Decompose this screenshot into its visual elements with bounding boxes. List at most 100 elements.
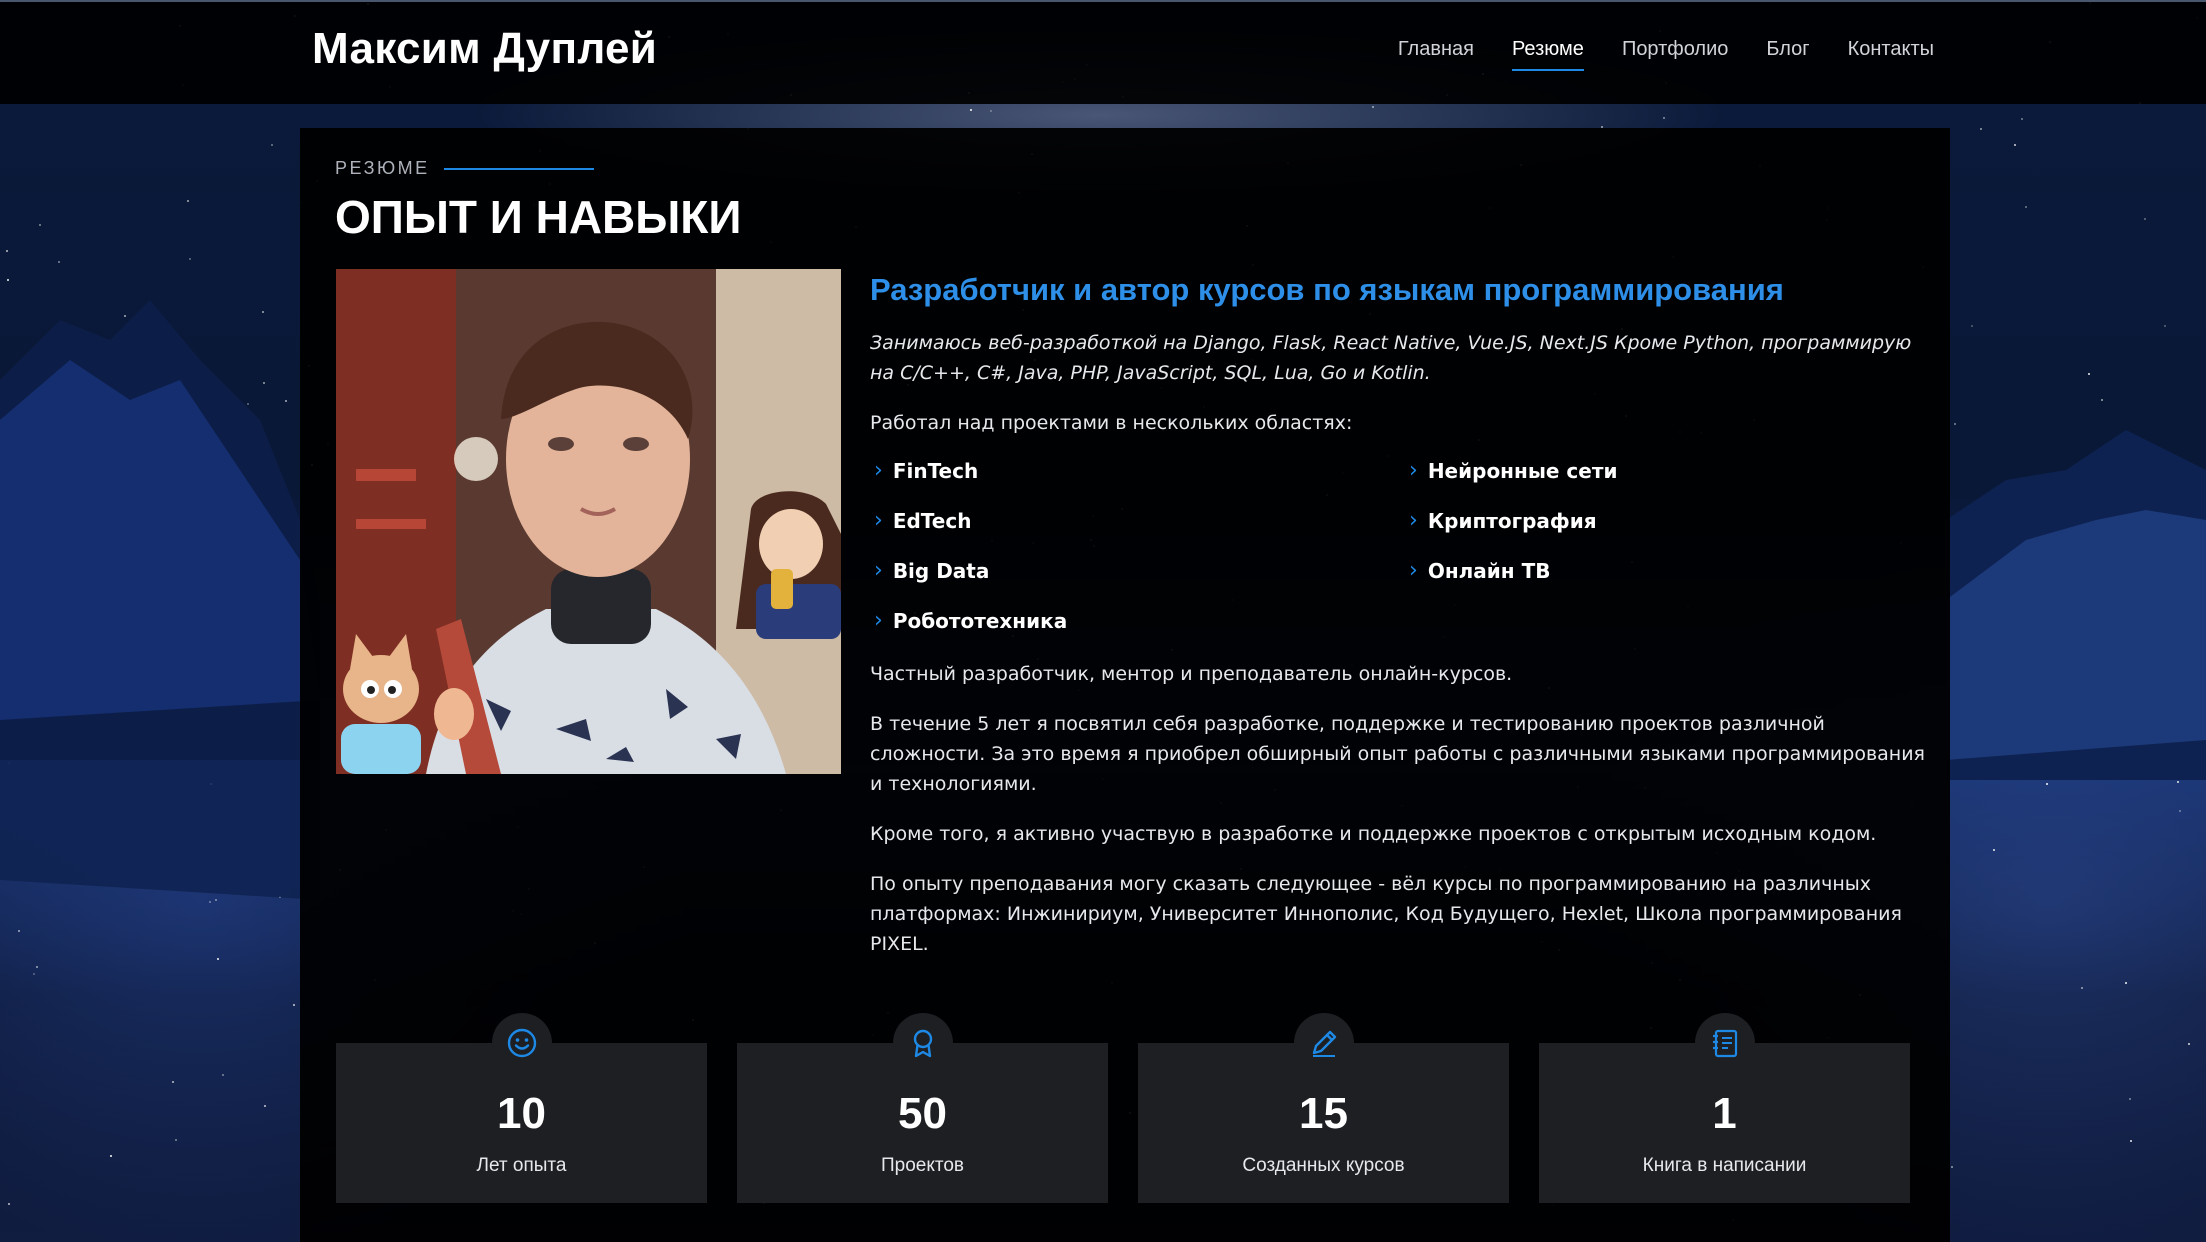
star-dot: [0, 599, 2, 601]
main-nav: Главная Резюме Портфолио Блог Контакты: [1398, 38, 1934, 71]
star-dot: [279, 896, 281, 898]
star-dot: [1971, 325, 1973, 327]
star-dot: [150, 515, 152, 517]
award-icon: [892, 1013, 953, 1073]
star-dot: [2130, 1140, 2132, 1142]
star-dot: [8, 762, 10, 764]
star-dot: [2014, 144, 2016, 146]
star-dot: [990, 110, 992, 112]
stat-courses: 15 Созданных курсов: [1138, 1013, 1509, 1203]
section-title: ОПЫТ И НАВЫКИ: [335, 191, 742, 243]
stat-value: 1: [1712, 1089, 1737, 1138]
star-dot: [187, 200, 189, 202]
star-dot: [1951, 1166, 1953, 1168]
area-label: Нейронные сети: [1427, 458, 1618, 483]
star-dot: [7, 279, 9, 281]
list-item: › FinTech: [870, 458, 1405, 483]
list-item: › Big Data: [870, 558, 1405, 583]
journal-icon: [1694, 1013, 1755, 1073]
list-item: › Робототехника: [870, 608, 1405, 633]
stat-label: Книга в написании: [1642, 1155, 1807, 1176]
profile-photo-illustration: [336, 269, 841, 774]
star-dot: [1982, 681, 1984, 683]
star-dot: [222, 1074, 224, 1076]
star-dot: [2025, 206, 2027, 208]
star-dot: [293, 1004, 295, 1006]
nav-link-blog[interactable]: Блог: [1766, 38, 1809, 71]
star-dot: [175, 1139, 177, 1141]
star-dot: [201, 550, 203, 552]
nav-link-contacts[interactable]: Контакты: [1848, 38, 1934, 71]
star-dot: [113, 453, 115, 455]
star-dot: [33, 973, 35, 975]
area-label: Big Data: [892, 558, 990, 583]
star-dot: [203, 608, 205, 610]
star-dot: [2188, 1043, 2190, 1045]
bio-paragraph: В течение 5 лет я посвятил себя разработ…: [870, 713, 1925, 796]
resume-content: Разработчик и автор курсов по языкам про…: [870, 270, 1930, 979]
stat-projects: 50 Проектов: [737, 1013, 1108, 1203]
stat-label: Созданных курсов: [1242, 1155, 1405, 1176]
star-dot: [285, 400, 287, 402]
chevron-right-icon: ›: [874, 458, 883, 484]
star-dot: [970, 109, 972, 111]
star-dot: [15, 442, 17, 444]
cartoon-man-sticker: [736, 491, 841, 639]
areas-heading: Работал над проектами в нескольких облас…: [870, 412, 1353, 435]
list-item: › Криптография: [1405, 508, 1925, 533]
resume-section: РЕЗЮМЕ ОПЫТ И НАВЫКИ Разработчик и автор…: [300, 128, 1950, 1242]
star-dot: [17, 512, 19, 514]
star-dot: [18, 930, 20, 932]
star-dot: [2088, 373, 2090, 375]
star-dot: [196, 433, 198, 435]
stat-label: Проектов: [880, 1155, 965, 1176]
list-item: › EdTech: [870, 508, 1405, 533]
stats-counters: 10 Лет опыта 50 Проектов 15 Созданных ку…: [336, 1013, 1912, 1203]
star-dot: [189, 258, 191, 260]
star-dot: [2021, 118, 2023, 120]
stat-value: 50: [898, 1089, 947, 1138]
star-dot: [262, 311, 264, 313]
bio-paragraph: Частный разработчик, ментор и преподават…: [870, 663, 1513, 686]
nav-link-portfolio[interactable]: Портфолио: [1622, 38, 1728, 71]
star-dot: [271, 144, 273, 146]
star-dot: [58, 261, 60, 263]
section-label: РЕЗЮМЕ: [335, 158, 594, 179]
areas-list: › FinTech › Нейронные сети › EdTech › Крипто…: [870, 458, 1930, 633]
star-dot: [1663, 117, 1665, 119]
list-item: › Нейронные сети: [1405, 458, 1925, 483]
star-dot: [208, 725, 210, 727]
chevron-right-icon: ›: [1409, 508, 1418, 534]
area-label: Робототехника: [892, 608, 1068, 633]
star-dot: [2177, 781, 2179, 783]
bio-paragraph: Кроме того, я активно участвую в разрабо…: [870, 823, 1877, 846]
nav-link-home[interactable]: Главная: [1398, 38, 1474, 71]
stat-value: 15: [1299, 1089, 1348, 1138]
intro-text: Занимаюсь веб-разработкой на Django, Fla…: [870, 332, 1912, 385]
star-dot: [2115, 749, 2117, 751]
star-dot: [2125, 982, 2127, 984]
star-dot: [209, 901, 211, 903]
chevron-right-icon: ›: [874, 608, 883, 634]
mountain-landscape-left: [0, 300, 320, 900]
section-label-text: РЕЗЮМЕ: [335, 158, 430, 178]
star-dot: [1993, 649, 1995, 651]
stat-book: 1 Книга в написании: [1539, 1013, 1910, 1203]
star-dot: [2179, 810, 2181, 812]
nav-link-resume[interactable]: Резюме: [1511, 38, 1584, 71]
site-logo[interactable]: Максим Дуплей: [312, 24, 657, 74]
star-dot: [2046, 783, 2048, 785]
star-dot: [1372, 106, 1374, 108]
stat-years: 10 Лет опыта: [336, 1013, 707, 1203]
star-dot: [2174, 587, 2176, 589]
star-dot: [2168, 548, 2170, 550]
stat-label: Лет опыта: [476, 1155, 567, 1176]
star-dot: [239, 587, 241, 589]
star-dot: [172, 1081, 174, 1083]
star-dot: [53, 398, 55, 400]
star-dot: [217, 958, 219, 960]
star-dot: [215, 899, 217, 901]
list-item: › Онлайн ТВ: [1405, 558, 1925, 583]
job-title: Разработчик и автор курсов по языкам про…: [870, 272, 1784, 307]
area-label: Онлайн ТВ: [1427, 558, 1551, 583]
